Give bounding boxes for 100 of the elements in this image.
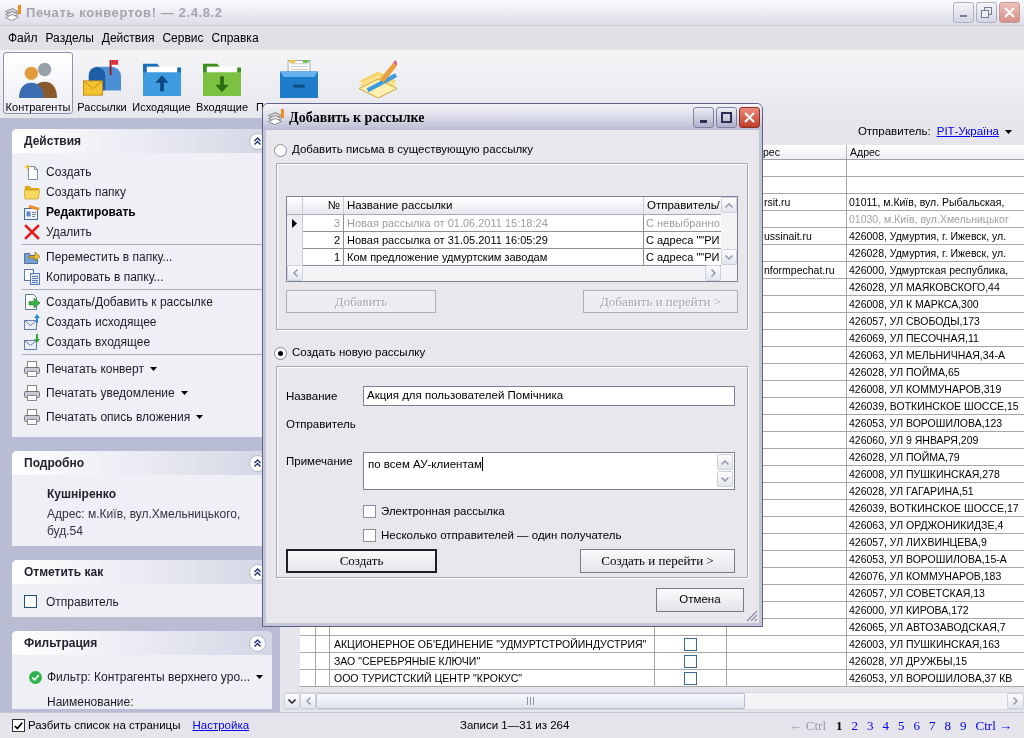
table-cell: 426060, УЛ 9 ЯНВАРЯ,209 bbox=[849, 433, 979, 447]
page-link[interactable]: 1 bbox=[836, 715, 843, 736]
table-cell: 01011, м.Київ, вул. Рыбальская, bbox=[849, 195, 1005, 209]
action-item[interactable]: Создать/Добавить к рассылке bbox=[24, 294, 213, 310]
folder-icon bbox=[24, 184, 40, 200]
checkbox[interactable] bbox=[684, 671, 697, 685]
checkbox[interactable] bbox=[24, 595, 37, 608]
minimize-button[interactable] bbox=[693, 106, 714, 128]
scroll-left-button[interactable] bbox=[287, 265, 303, 281]
close-button[interactable] bbox=[739, 106, 760, 128]
toolbar-button[interactable]: Исходящие bbox=[131, 52, 192, 114]
table-cell: 426003, УЛ ПУШКИНСКАЯ,163 bbox=[849, 637, 1000, 651]
grid-cell-text: 2 bbox=[333, 233, 340, 248]
caret-icon[interactable] bbox=[1005, 129, 1012, 134]
double-chevron-up-icon[interactable] bbox=[249, 634, 266, 652]
dialog-button[interactable]: Создать bbox=[286, 549, 437, 573]
printer-icon bbox=[24, 385, 40, 401]
maximize-icon bbox=[721, 111, 732, 123]
table-cell: 426008, УЛ КОММУНАРОВ,319 bbox=[849, 382, 1002, 396]
page-link[interactable]: 8 bbox=[944, 715, 951, 736]
maximize-button[interactable] bbox=[716, 106, 737, 128]
table-cell: 01030, м.Київ, вул.Хмельницьког bbox=[849, 212, 1009, 226]
action-item[interactable]: Печатать опись вложения bbox=[24, 409, 204, 425]
action-item[interactable]: Печатать уведомление bbox=[24, 385, 188, 401]
action-item[interactable]: Создать bbox=[24, 164, 92, 180]
action-item[interactable]: Печатать конверт bbox=[24, 361, 157, 377]
scroll-right-button[interactable] bbox=[705, 265, 721, 281]
action-item[interactable]: Создать исходящее bbox=[24, 314, 157, 330]
table-cell: 426069, УЛ ПЕСОЧНАЯ,11 bbox=[849, 331, 979, 345]
table-cell: 426028, УЛ МАЯКОВСКОГО,44 bbox=[849, 280, 1000, 294]
papers-icon bbox=[5, 4, 21, 21]
name-field[interactable]: Акция для пользователей Помічника bbox=[363, 386, 735, 406]
close-icon bbox=[1004, 7, 1015, 18]
dialog-button[interactable]: Создать и перейти > bbox=[580, 549, 735, 573]
card-icon bbox=[24, 204, 40, 220]
page-link[interactable]: 3 bbox=[867, 715, 874, 736]
note-field[interactable]: по всем АУ-клиентам bbox=[363, 452, 735, 490]
column-header: Название рассылки bbox=[347, 198, 453, 213]
action-item[interactable]: Создать входящее bbox=[24, 334, 151, 350]
panel-title: Подробно bbox=[24, 455, 85, 472]
menu-item[interactable]: Разделы bbox=[41, 30, 98, 46]
checkbox[interactable] bbox=[684, 637, 697, 651]
page-link[interactable]: 2 bbox=[851, 715, 858, 736]
row-header[interactable] bbox=[287, 215, 303, 232]
check-icon bbox=[14, 721, 23, 730]
toolbar-button[interactable]: Входящие bbox=[195, 52, 249, 114]
scrollbar-thumb[interactable] bbox=[316, 693, 745, 709]
action-item[interactable]: Удалить bbox=[24, 224, 92, 240]
action-item[interactable]: Создать папку bbox=[24, 184, 126, 200]
menu-item[interactable]: Справка bbox=[207, 30, 263, 46]
checkbox[interactable] bbox=[684, 654, 697, 668]
action-item[interactable]: Копировать в папку... bbox=[24, 269, 164, 285]
scroll-menu-button[interactable] bbox=[284, 693, 300, 709]
page-link[interactable]: 6 bbox=[913, 715, 920, 736]
chevron-down-icon bbox=[288, 698, 296, 704]
envelope-down-arrow-icon bbox=[24, 334, 40, 350]
chevron-right-icon bbox=[710, 269, 716, 277]
menu-item[interactable]: Действия bbox=[97, 30, 159, 46]
checkbox[interactable] bbox=[363, 529, 376, 542]
page-link[interactable]: 5 bbox=[898, 715, 905, 736]
papers-icon bbox=[268, 109, 284, 125]
scroll-up-button[interactable] bbox=[721, 197, 737, 213]
radio-button[interactable] bbox=[274, 143, 287, 157]
menu-item[interactable]: Файл bbox=[4, 30, 42, 46]
chevron-left-icon bbox=[305, 697, 311, 705]
checkbox[interactable] bbox=[363, 505, 376, 518]
printer-icon bbox=[24, 409, 40, 425]
radio-button[interactable] bbox=[274, 346, 287, 360]
action-item[interactable]: Переместить в папку... bbox=[24, 249, 173, 265]
action-item[interactable]: Редактировать bbox=[24, 204, 136, 220]
scroll-down-button[interactable] bbox=[717, 471, 733, 487]
horizontal-scrollbar[interactable] bbox=[284, 692, 1024, 710]
menu-item[interactable]: Сервис bbox=[158, 30, 208, 46]
table-cell: 426008, УЛ К МАРКСА,300 bbox=[849, 297, 979, 311]
sender-link[interactable]: РІТ-Україна bbox=[936, 122, 999, 141]
table-cell: 426053, УЛ ВОРОШИЛОВА,123 bbox=[849, 416, 1003, 430]
column-header: № bbox=[327, 198, 340, 213]
table-cell: 426039, ВОТКИНСКОЕ ШОССЕ,17 bbox=[849, 501, 1019, 515]
filter-dropdown[interactable]: Фильтр: Контрагенты верхнего уро... bbox=[29, 669, 264, 685]
toolbar-button[interactable]: Контрагенты bbox=[3, 52, 73, 114]
close-icon bbox=[744, 111, 755, 123]
page-link[interactable]: 9 bbox=[960, 715, 967, 736]
scroll-up-button[interactable] bbox=[717, 454, 733, 470]
mailbox-icon bbox=[83, 60, 121, 98]
contact-name: Кушніренко bbox=[47, 487, 117, 501]
scroll-down-button[interactable] bbox=[721, 249, 737, 265]
restore-button[interactable] bbox=[976, 2, 997, 23]
envelope-up-arrow-icon bbox=[24, 314, 40, 330]
cancel-button[interactable]: Отмена bbox=[656, 588, 744, 612]
resize-grip-icon[interactable] bbox=[746, 610, 758, 622]
next-page-link[interactable]: Ctrl → bbox=[975, 715, 1012, 736]
vertical-scrollbar[interactable] bbox=[721, 197, 737, 265]
page-link[interactable]: 7 bbox=[929, 715, 936, 736]
scroll-right-button[interactable] bbox=[1007, 693, 1024, 709]
chevron-down-icon bbox=[725, 254, 733, 260]
settings-link[interactable]: Настройка bbox=[192, 716, 250, 735]
checkbox[interactable] bbox=[12, 719, 25, 732]
table-cell: 426028, УЛ ГАГАРИНА,51 bbox=[849, 484, 974, 498]
toolbar-button[interactable]: Рассылки bbox=[76, 52, 128, 114]
page-link[interactable]: 4 bbox=[882, 715, 889, 736]
